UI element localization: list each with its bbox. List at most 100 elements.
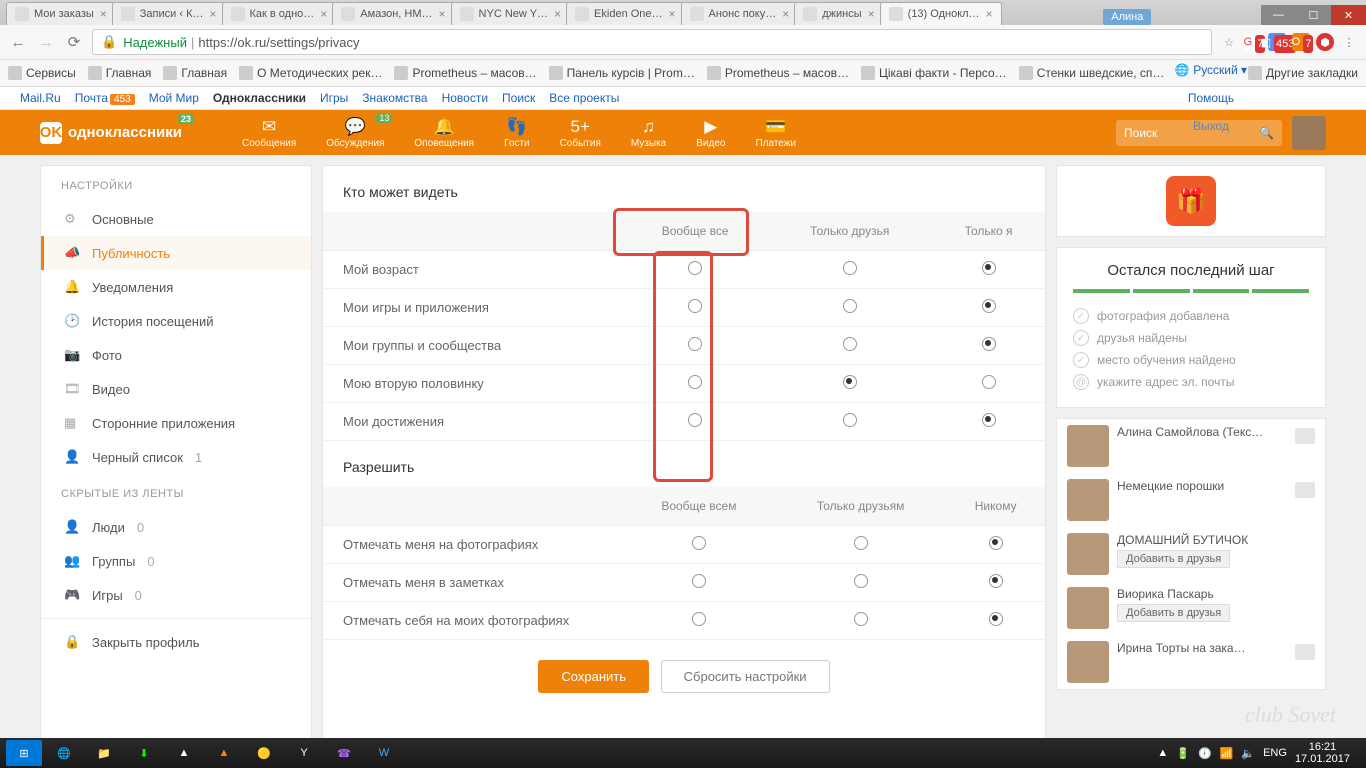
bookmark-item[interactable]: Главная [163,66,227,80]
radio[interactable] [982,375,996,389]
task-store[interactable]: ⬇ [126,740,162,766]
mailru-link[interactable]: Все проекты [549,91,619,105]
task-chrome[interactable]: 🟡 [246,740,282,766]
bookmark-item[interactable]: Сервисы [8,66,76,80]
reload-button[interactable]: ⟳ [64,33,84,51]
ok-nav-item[interactable]: 💬Обсуждения13 [326,117,384,149]
radio[interactable] [989,574,1003,588]
tab-close-icon[interactable]: × [868,7,875,21]
radio[interactable] [854,536,868,550]
ok-nav-item[interactable]: 🔔Оповещения [414,117,474,149]
browser-tab[interactable]: Ekiden One…× [566,2,685,25]
ok-nav-item[interactable]: 💳Платежи [755,117,796,149]
friend-item[interactable]: Алина Самойлова (Текс… [1057,419,1325,473]
chrome-user-chip[interactable]: Алина [1103,9,1151,25]
sidebar-item[interactable]: 📷Фото [41,338,311,372]
mailru-link[interactable]: Одноклассники [213,91,306,105]
tray-lang[interactable]: ENG [1263,747,1287,759]
radio[interactable] [843,337,857,351]
tab-close-icon[interactable]: × [320,7,327,21]
tray-icon[interactable]: ▲ [1157,747,1168,759]
tab-close-icon[interactable]: × [439,7,446,21]
radio[interactable] [843,375,857,389]
radio[interactable] [688,375,702,389]
sidebar-item[interactable]: ⚙Основные [41,202,311,236]
ext-icon[interactable]: ◧453 [1268,33,1286,51]
sidebar-item[interactable]: 🎮Игры 0 [41,578,311,612]
close-button[interactable]: ✕ [1331,5,1366,25]
mailru-link[interactable]: Новости [442,91,488,105]
message-icon[interactable] [1295,482,1315,498]
sidebar-item[interactable]: ▦Сторонние приложения [41,406,311,440]
radio[interactable] [843,261,857,275]
task-vlc[interactable]: ▲ [206,740,242,766]
sidebar-item[interactable]: 🕑История посещений [41,304,311,338]
friend-item[interactable]: ДОМАШНИЙ БУТИЧОКДобавить в друзья [1057,527,1325,581]
ok-nav-item[interactable]: ✉Сообщения [242,117,296,149]
reset-button[interactable]: Сбросить настройки [661,660,830,693]
maximize-button[interactable]: ☐ [1296,5,1331,25]
tab-close-icon[interactable]: × [209,7,216,21]
ok-nav-item[interactable]: 👣Гости [504,117,529,149]
task-yandex[interactable]: Y [286,740,322,766]
mailru-link[interactable]: Знакомства [362,91,427,105]
radio[interactable] [688,413,702,427]
browser-tab[interactable]: Как в одно…× [222,2,337,25]
minimize-button[interactable]: — [1261,5,1296,25]
avatar[interactable] [1292,116,1326,150]
radio[interactable] [843,299,857,313]
tray-time[interactable]: 16:21 [1295,741,1350,753]
mailru-link[interactable]: Поиск [502,91,535,105]
bookmark-item[interactable]: Панель курсів | Prom… [549,66,695,80]
browser-tab[interactable]: Анонс поку…× [681,2,799,25]
friend-item[interactable]: Ирина Торты на зака… [1057,635,1325,689]
browser-tab[interactable]: Амазон, НМ…× [332,2,454,25]
bookmark-item[interactable]: О Методических рек… [239,66,382,80]
browser-tab[interactable]: Записи ‹ К…× [112,2,226,25]
star-icon[interactable]: ☆ [1220,33,1238,51]
radio[interactable] [692,574,706,588]
message-icon[interactable] [1295,428,1315,444]
radio[interactable] [692,612,706,626]
menu-icon[interactable]: ⋮ [1340,33,1358,51]
ok-nav-item[interactable]: ♫Музыка [631,117,666,149]
mailru-link[interactable]: Почта453 [75,91,135,105]
radio[interactable] [843,413,857,427]
forward-button[interactable]: → [36,34,56,51]
tab-close-icon[interactable]: × [100,7,107,21]
add-friend-button[interactable]: Добавить в друзья [1117,604,1230,622]
sidebar-item[interactable]: 👤Черный список 1 [41,440,311,474]
task-explorer[interactable]: 📁 [86,740,122,766]
omnibox[interactable]: 🔒 Надежный | https://ok.ru/settings/priv… [92,29,1212,55]
browser-tab[interactable]: джинсы× [794,2,883,25]
message-icon[interactable] [1295,644,1315,660]
tray-date[interactable]: 17.01.2017 [1295,753,1350,765]
start-button[interactable]: ⊞ [6,740,42,766]
sidebar-item[interactable]: 🎞Видео [41,372,311,406]
bookmark-item[interactable]: Цікаві факти - Персо… [861,66,1007,80]
browser-tab[interactable]: NYC New Y…× [451,2,571,25]
search-input[interactable]: Поиск 🔍 [1116,120,1282,146]
ext-icon[interactable]: O7 [1292,33,1310,51]
back-button[interactable]: ← [8,34,28,51]
ok-logo[interactable]: OK одноклассники 23 [40,122,182,144]
tab-close-icon[interactable]: × [986,7,993,21]
radio[interactable] [982,261,996,275]
radio[interactable] [692,536,706,550]
radio[interactable] [982,299,996,313]
bookmark-item[interactable]: Prometheus – масов… [394,66,536,80]
sidebar-item[interactable]: 🔔Уведомления [41,270,311,304]
tab-close-icon[interactable]: × [669,7,676,21]
tray-icon[interactable]: 📶 [1220,747,1234,760]
radio[interactable] [854,612,868,626]
sidebar-item[interactable]: 📣Публичность [41,236,311,270]
adblock-icon[interactable]: ⬢ [1316,33,1334,51]
mailru-link[interactable]: Игры [320,91,348,105]
sidebar-item[interactable]: 👤Люди 0 [41,510,311,544]
radio[interactable] [688,299,702,313]
friend-item[interactable]: Виорика ПаскарьДобавить в друзья [1057,581,1325,635]
tray-icon[interactable]: 🕖 [1198,747,1212,760]
save-button[interactable]: Сохранить [538,660,649,693]
checklist-item[interactable]: @укажите адрес эл. почты [1073,371,1309,393]
task-ie[interactable]: 🌐 [46,740,82,766]
